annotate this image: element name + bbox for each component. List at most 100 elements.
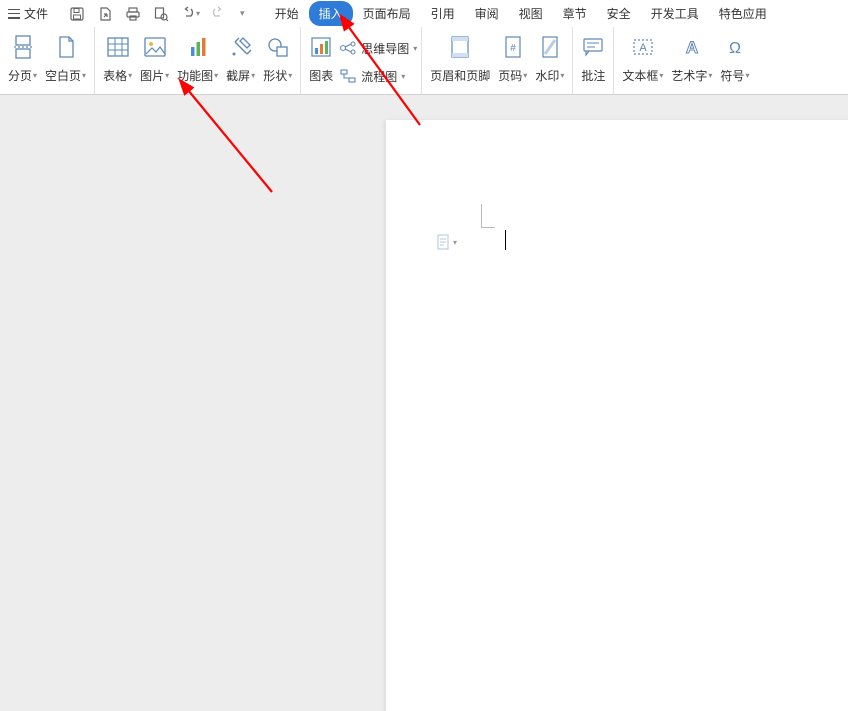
chevron-down-icon: ▾ xyxy=(659,71,663,80)
page-break-icon xyxy=(12,33,34,61)
shapes-label: 形状 xyxy=(263,67,287,84)
feature-chart-icon xyxy=(186,33,210,61)
tab-security[interactable]: 安全 xyxy=(597,1,641,26)
undo-redo-group: ▾ ▾ xyxy=(180,4,245,23)
tab-special-apps[interactable]: 特色应用 xyxy=(709,1,777,26)
margin-corner-marker xyxy=(481,204,495,228)
document-icon xyxy=(436,234,450,250)
screenshot-button[interactable]: 截屏▾ xyxy=(222,33,259,90)
chevron-down-icon: ▾ xyxy=(251,71,255,80)
chevron-down-icon: ▾ xyxy=(453,238,457,247)
tab-start[interactable]: 开始 xyxy=(265,1,309,26)
chevron-down-icon: ▾ xyxy=(165,71,169,80)
titlebar: 文件 ▾ ▾ 开始 插入 页面布局 引用 审阅 视图 章节 xyxy=(0,0,848,27)
blank-page-button[interactable]: 空白页▾ xyxy=(41,33,90,90)
paragraph-options-chip[interactable]: ▾ xyxy=(436,234,457,250)
export-icon[interactable] xyxy=(96,5,114,23)
tab-review[interactable]: 审阅 xyxy=(465,1,509,26)
print-icon[interactable] xyxy=(124,5,142,23)
mindmap-label: 思维导图 xyxy=(361,40,409,57)
header-footer-button[interactable]: 页眉和页脚 xyxy=(426,33,494,90)
chevron-down-icon: ▾ xyxy=(33,71,37,80)
ribbon-group-illustration: 表格▾ 图片▾ 功能图▾ 截屏▾ 形状▾ xyxy=(95,27,301,94)
insert-ribbon: 分页▾ 空白页▾ 表格▾ 图片▾ 功能图▾ xyxy=(0,27,848,95)
page-number-label: 页码 xyxy=(498,67,522,84)
tab-view[interactable]: 视图 xyxy=(509,1,553,26)
picture-icon xyxy=(143,33,167,61)
chevron-down-icon: ▾ xyxy=(401,72,405,81)
tab-insert[interactable]: 插入 xyxy=(309,1,353,26)
tab-page-layout[interactable]: 页面布局 xyxy=(353,1,421,26)
chevron-down-icon: ▾ xyxy=(214,71,218,80)
chevron-down-icon: ▾ xyxy=(560,71,564,80)
header-footer-label: 页眉和页脚 xyxy=(430,67,490,84)
document-page[interactable]: ▾ xyxy=(386,120,848,711)
chart-side-buttons: 思维导图 ▾ 流程图 ▾ xyxy=(339,33,417,90)
flowchart-icon xyxy=(339,68,357,84)
watermark-icon xyxy=(540,33,560,61)
undo-dropdown-icon[interactable]: ▾ xyxy=(196,9,200,18)
symbol-label: 符号 xyxy=(720,67,744,84)
header-footer-icon xyxy=(449,33,471,61)
wordart-icon: A xyxy=(681,33,703,61)
chevron-down-icon: ▾ xyxy=(745,71,749,80)
svg-text:A: A xyxy=(639,42,647,54)
feature-chart-button[interactable]: 功能图▾ xyxy=(173,33,222,90)
watermark-button[interactable]: 水印▾ xyxy=(531,33,568,90)
menu-tabs: 开始 插入 页面布局 引用 审阅 视图 章节 安全 开发工具 特色应用 xyxy=(265,1,777,26)
quick-access-customize-icon[interactable]: ▾ xyxy=(240,8,245,19)
svg-text:A: A xyxy=(686,38,698,57)
ribbon-group-text: A 文本框▾ A 艺术字▾ Ω 符号▾ xyxy=(614,27,757,94)
quick-access-toolbar xyxy=(68,5,170,23)
chevron-down-icon: ▾ xyxy=(82,71,86,80)
file-menu-label: 文件 xyxy=(24,5,48,22)
wordart-button[interactable]: A 艺术字▾ xyxy=(667,33,716,90)
chart-label: 图表 xyxy=(309,67,333,84)
chevron-down-icon: ▾ xyxy=(523,71,527,80)
chevron-down-icon: ▾ xyxy=(128,71,132,80)
blank-page-label: 空白页 xyxy=(45,67,81,84)
symbol-icon: Ω xyxy=(724,33,746,61)
shapes-button[interactable]: 形状▾ xyxy=(259,33,296,90)
chevron-down-icon: ▾ xyxy=(288,71,292,80)
chart-button[interactable]: 图表 xyxy=(305,33,337,90)
tab-chapter[interactable]: 章节 xyxy=(553,1,597,26)
redo-button[interactable] xyxy=(210,4,226,23)
picture-button[interactable]: 图片▾ xyxy=(136,33,173,90)
mindmap-icon xyxy=(339,40,357,56)
print-preview-icon[interactable] xyxy=(152,5,170,23)
ribbon-group-annotate: 批注 xyxy=(573,27,614,94)
wordart-label: 艺术字 xyxy=(671,67,707,84)
table-button[interactable]: 表格▾ xyxy=(99,33,136,90)
tab-dev-tools[interactable]: 开发工具 xyxy=(641,1,709,26)
document-workspace[interactable]: ▾ xyxy=(0,95,848,711)
page-break-label: 分页 xyxy=(8,67,32,84)
chevron-down-icon: ▾ xyxy=(708,71,712,80)
ribbon-group-header-footer: 页眉和页脚 # 页码▾ 水印▾ xyxy=(422,27,573,94)
file-menu[interactable]: 文件 xyxy=(4,0,52,27)
watermark-label: 水印 xyxy=(535,67,559,84)
table-label: 表格 xyxy=(103,67,127,84)
ribbon-group-chart: 图表 思维导图 ▾ 流程图 ▾ xyxy=(301,27,422,94)
screenshot-icon xyxy=(229,33,253,61)
undo-button[interactable] xyxy=(180,4,196,23)
textbox-icon: A xyxy=(631,33,655,61)
symbol-button[interactable]: Ω 符号▾ xyxy=(716,33,753,90)
blank-page-icon xyxy=(56,33,76,61)
table-icon xyxy=(106,33,130,61)
textbox-label: 文本框 xyxy=(622,67,658,84)
page-number-icon: # xyxy=(503,33,523,61)
chevron-down-icon: ▾ xyxy=(413,44,417,53)
flowchart-button[interactable]: 流程图 ▾ xyxy=(339,63,417,89)
svg-text:#: # xyxy=(510,43,516,54)
chart-icon xyxy=(309,33,333,61)
text-cursor xyxy=(505,230,506,250)
mindmap-button[interactable]: 思维导图 ▾ xyxy=(339,35,417,61)
save-icon[interactable] xyxy=(68,5,86,23)
textbox-button[interactable]: A 文本框▾ xyxy=(618,33,667,90)
tab-reference[interactable]: 引用 xyxy=(421,1,465,26)
annotate-label: 批注 xyxy=(581,67,605,84)
page-break-button[interactable]: 分页▾ xyxy=(4,33,41,90)
annotate-button[interactable]: 批注 xyxy=(577,33,609,90)
page-number-button[interactable]: # 页码▾ xyxy=(494,33,531,90)
